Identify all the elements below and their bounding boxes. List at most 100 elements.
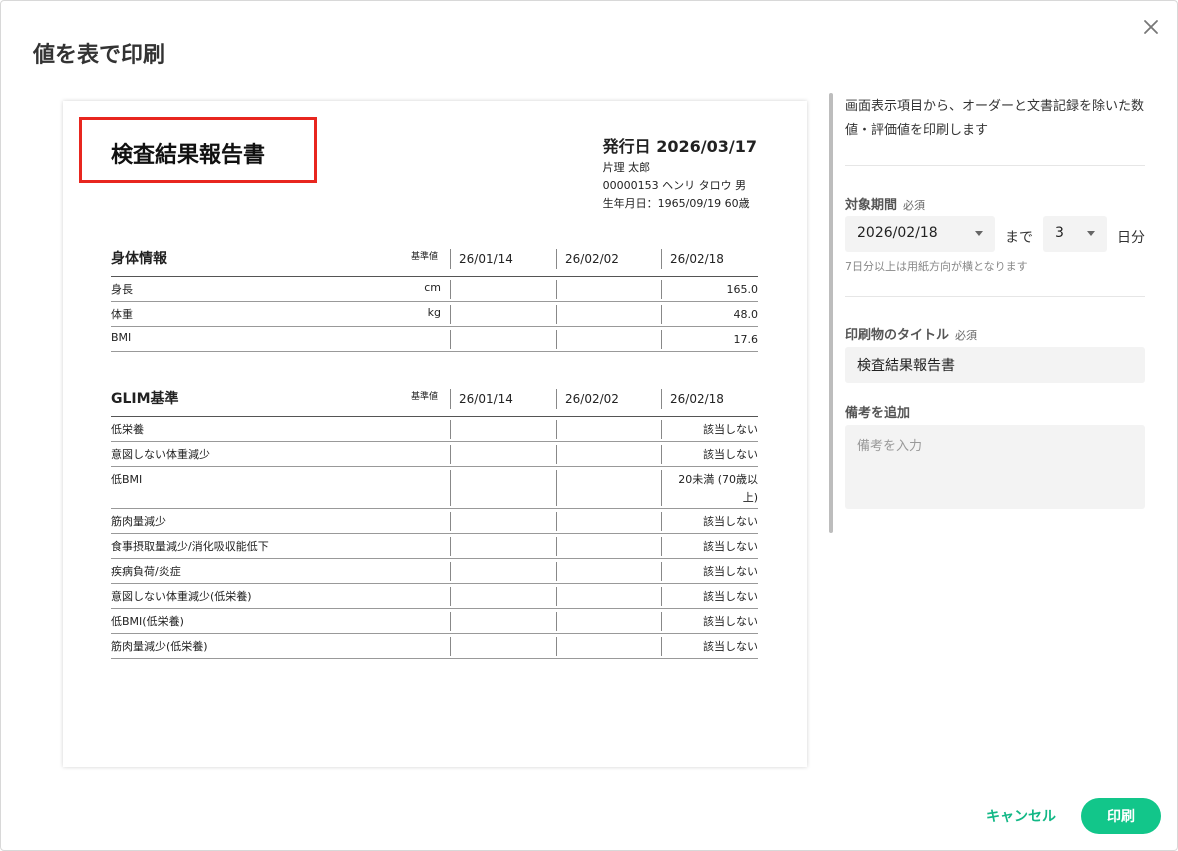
cell-divider [661,537,662,556]
row-unit: cm [424,281,441,294]
period-label-text: 対象期間 [845,198,898,213]
table-row: 疾病負荷/炎症 該当しない [111,559,758,584]
cancel-button[interactable]: キャンセル [973,798,1069,834]
table-glim: GLIM基準 基準値 26/01/14 26/02/02 26/02/18 低栄… [111,389,758,659]
table-row: 筋肉量減少 該当しない [111,509,758,534]
cell-divider [450,612,451,631]
table-row: 低栄養 該当しない [111,417,758,442]
table-row: 意図しない体重減少(低栄養) 該当しない [111,584,758,609]
section-title: GLIM基準 [111,391,179,407]
title-label: 印刷物のタイトル 必須 [845,324,977,343]
period-date-select[interactable]: 2026/02/18 [845,216,995,252]
cell-divider [450,637,451,656]
print-modal: 値を表で印刷 検査結果報告書 発行日 2026/03/17 片理 太郎 0000… [0,0,1178,851]
period-hint: 7日分以上は用紙方向が横となります [845,260,1028,273]
row-label: 食事摂取量減少/消化吸収能低下 [111,540,269,553]
title-input[interactable] [845,347,1145,383]
cell-divider [661,512,662,531]
table-row: 低BMI(低栄養) 該当しない [111,609,758,634]
row-value: 該当しない [703,615,758,628]
cell-divider [661,305,662,324]
std-label: 基準値 [411,252,439,262]
days-unit: 日分 [1117,230,1145,246]
side-description: 画面表示項目から、オーダーと文書記録を除いた数値・評価値を印刷します [845,99,1145,138]
days-select[interactable]: 3 [1043,216,1107,252]
cell-divider [450,470,451,506]
table-header: 身体情報 基準値 26/01/14 26/02/02 26/02/18 [111,249,758,277]
row-label: 低BMI(低栄養) [111,615,184,628]
cell-divider [661,587,662,606]
row-label: 身長 [111,283,133,296]
cell-divider [556,280,557,299]
section-title: 身体情報 [111,251,167,267]
table-row: 筋肉量減少(低栄養) 該当しない [111,634,758,659]
preview-scrollbar[interactable] [829,93,833,533]
title-label-text: 印刷物のタイトル [845,328,950,343]
row-value: 該当しない [703,565,758,578]
date-col-3: 26/02/18 [661,249,724,269]
cell-divider [556,470,557,506]
row-label: 低BMI [111,473,143,486]
row-value: 該当しない [703,448,758,461]
cell-divider [556,537,557,556]
std-label: 基準値 [411,392,439,402]
row-label: 低栄養 [111,423,144,436]
cell-divider [661,330,662,349]
row-label: 意図しない体重減少(低栄養) [111,590,252,603]
period-date-value: 2026/02/18 [857,225,938,241]
row-value: 17.6 [733,333,759,346]
cell-divider [556,330,557,349]
table-header: GLIM基準 基準値 26/01/14 26/02/02 26/02/18 [111,389,758,417]
row-label: 意図しない体重減少 [111,448,210,461]
row-label: 筋肉量減少 [111,515,166,528]
date-col-2: 26/02/02 [556,249,619,269]
cell-divider [450,420,451,439]
required-mark: 必須 [903,199,926,212]
cell-divider [661,420,662,439]
row-label: 筋肉量減少(低栄養) [111,640,208,653]
row-label: 疾病負荷/炎症 [111,565,181,578]
row-label: 体重 [111,308,133,321]
note-textarea[interactable] [845,425,1145,509]
cell-divider [450,537,451,556]
caret-down-icon [975,231,983,236]
row-value: 該当しない [703,590,758,603]
date-col-1: 26/01/14 [450,249,513,269]
close-icon[interactable] [1141,17,1161,37]
cell-divider [661,280,662,299]
row-value: 該当しない [703,540,758,553]
cell-divider [661,470,662,506]
cell-divider [661,612,662,631]
issue-date: 発行日 2026/03/17 [602,137,757,156]
cell-divider [556,512,557,531]
table-body-info: 身体情報 基準値 26/01/14 26/02/02 26/02/18 身長 c… [111,249,758,352]
cell-divider [661,637,662,656]
birth-info: 生年月日：1965/09/19 60歳 [602,197,750,210]
print-button[interactable]: 印刷 [1081,798,1161,834]
required-mark: 必須 [955,329,978,342]
date-col-2: 26/02/02 [556,389,619,409]
table-row: 身長 cm 165.0 [111,277,758,302]
cell-divider [450,562,451,581]
row-value: 該当しない [703,423,758,436]
cell-divider [450,445,451,464]
row-unit: kg [427,306,441,319]
cell-divider [556,587,557,606]
cell-divider [450,330,451,349]
modal-title: 値を表で印刷 [33,43,166,68]
table-row: 意図しない体重減少 該当しない [111,442,758,467]
cell-divider [661,445,662,464]
table-row: 低BMI 20未満 (70歳以上) [111,467,758,509]
row-value: 165.0 [726,283,759,296]
table-row: 食事摂取量減少/消化吸収能低下 該当しない [111,534,758,559]
cell-divider [661,562,662,581]
note-label: 備考を追加 [845,406,911,421]
cell-divider [450,512,451,531]
table-row: 体重 kg 48.0 [111,302,758,327]
cell-divider [556,420,557,439]
print-preview: 検査結果報告書 発行日 2026/03/17 片理 太郎 00000153 ヘン… [63,101,807,767]
table-row: BMI 17.6 [111,327,758,352]
doc-title: 検査結果報告書 [111,143,266,168]
caret-down-icon [1087,231,1095,236]
cell-divider [556,637,557,656]
